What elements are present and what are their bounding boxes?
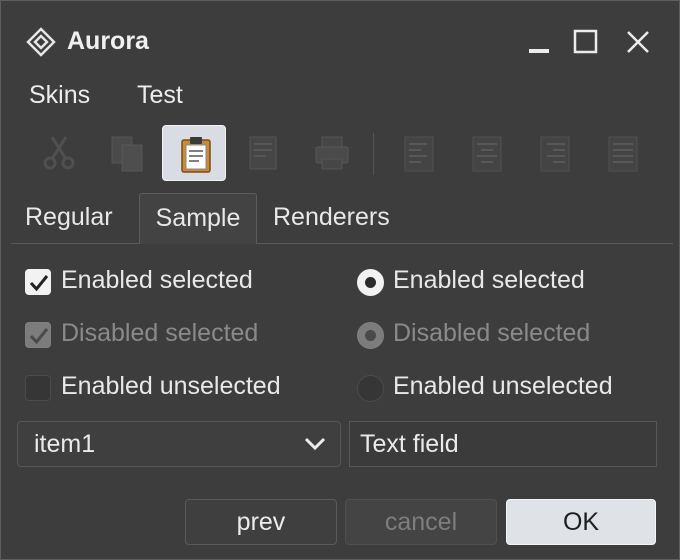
align-justify-button[interactable]	[591, 125, 655, 181]
row-disabled-selected: Disabled selected Disabled selected	[1, 316, 679, 356]
radio-label: Disabled selected	[393, 319, 591, 347]
align-left-button[interactable]	[387, 125, 451, 181]
align-right-button[interactable]	[523, 125, 587, 181]
checkbox-label: Disabled selected	[61, 319, 259, 347]
toolbar-separator	[373, 133, 374, 175]
document-button[interactable]	[230, 125, 294, 181]
title-bar[interactable]: Aurora	[1, 1, 679, 79]
radio-disabled-selected	[357, 322, 384, 349]
window-title: Aurora	[67, 27, 149, 55]
close-icon[interactable]	[623, 27, 653, 57]
checkbox-enabled-unselected[interactable]	[25, 375, 51, 401]
tab-renderers[interactable]: Renderers	[273, 193, 390, 243]
checkbox-label[interactable]: Enabled unselected	[61, 372, 281, 401]
radio-enabled-selected[interactable]	[357, 269, 384, 296]
tab-bar: Regular Sample Renderers	[11, 193, 673, 244]
checkbox-label[interactable]: Enabled selected	[61, 266, 253, 295]
menu-test[interactable]: Test	[137, 81, 183, 110]
aurora-window: Aurora Skins Test Regular Sample Rendere…	[0, 0, 680, 560]
radio-enabled-unselected[interactable]	[357, 375, 384, 402]
row-enabled-unselected: Enabled unselected Enabled unselected	[1, 369, 679, 409]
ok-button[interactable]: OK	[506, 499, 656, 545]
toolbar	[1, 121, 679, 183]
cancel-button: cancel	[345, 499, 497, 545]
radio-label[interactable]: Enabled selected	[393, 266, 585, 295]
menu-skins[interactable]: Skins	[29, 81, 90, 110]
tab-sample[interactable]: Sample	[139, 193, 257, 244]
tab-regular[interactable]: Regular	[25, 193, 113, 243]
item-combo-box[interactable]: item1	[17, 421, 341, 467]
combo-selected-value: item1	[34, 430, 96, 458]
text-field[interactable]: Text field	[349, 421, 657, 467]
row-enabled-selected: Enabled selected Enabled selected	[1, 263, 679, 303]
chevron-down-icon[interactable]	[304, 435, 326, 458]
aurora-logo-icon	[26, 27, 56, 57]
checkbox-disabled-selected	[25, 322, 51, 348]
radio-label[interactable]: Enabled unselected	[393, 372, 613, 401]
minimize-icon[interactable]	[525, 27, 555, 57]
text-field-value: Text field	[360, 430, 459, 458]
menu-bar: Skins Test	[1, 79, 679, 117]
align-center-button[interactable]	[455, 125, 519, 181]
copy-button[interactable]	[94, 125, 158, 181]
prev-button[interactable]: prev	[185, 499, 337, 545]
maximize-icon[interactable]	[571, 27, 601, 57]
checkbox-enabled-selected[interactable]	[25, 269, 51, 295]
checkmark-icon	[29, 328, 49, 345]
cut-button[interactable]	[26, 125, 90, 181]
paste-button[interactable]	[162, 125, 226, 181]
checkmark-icon	[29, 275, 49, 292]
print-button[interactable]	[298, 125, 362, 181]
